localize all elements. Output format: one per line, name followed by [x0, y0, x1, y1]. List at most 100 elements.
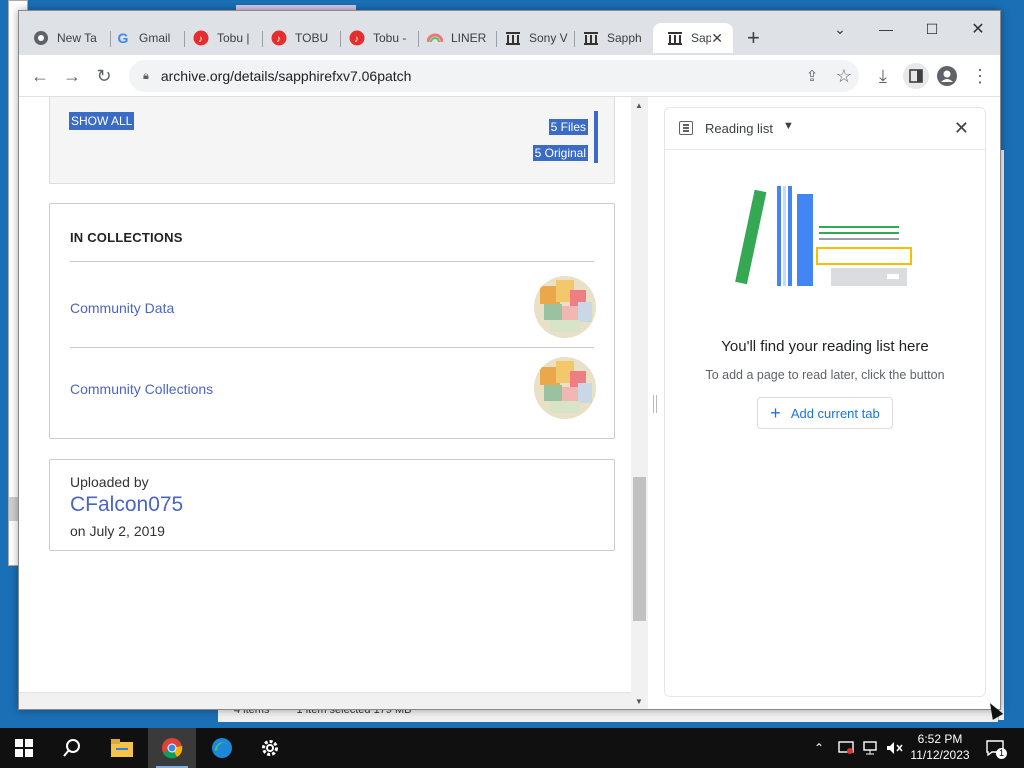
svg-text:♪: ♪ [276, 34, 281, 45]
url-text: archive.org/details/sapphirefxv7.06patch [160, 68, 412, 84]
settings-gear-icon[interactable] [246, 728, 294, 768]
horizontal-scrollbar[interactable] [19, 692, 631, 709]
side-panel-icon[interactable] [903, 63, 929, 89]
tab-label: Sapph [607, 31, 642, 45]
svg-text:♪: ♪ [198, 34, 203, 45]
edge-icon[interactable] [198, 728, 246, 768]
reload-icon[interactable]: ↻ [93, 65, 115, 87]
show-hidden-icons-icon[interactable]: ⌃ [814, 728, 824, 768]
tab-strip: New Ta G Gmail ♪ Tobu | ♪ TOBU ♪ Tobu - … [19, 11, 1000, 55]
tab-label: TOBU [295, 31, 329, 45]
tab-label: Tobu | [217, 31, 250, 45]
original-count[interactable]: 5 Original [532, 145, 588, 161]
start-button[interactable] [0, 728, 48, 768]
download-icon[interactable]: ⤓ [872, 65, 894, 87]
uploaded-by-label: Uploaded by [70, 474, 149, 490]
close-window-button[interactable]: ✕ [955, 15, 1000, 43]
tab-tobu-1[interactable]: ♪ Tobu | [179, 23, 263, 53]
archive-icon [583, 30, 599, 46]
chrome-icon [33, 30, 49, 46]
page-content: SHOW ALL 5 Files 5 Original IN COLLECTIO… [19, 97, 631, 692]
liner-icon [427, 30, 443, 46]
selection-bar [594, 111, 598, 163]
upload-date: on July 2, 2019 [70, 523, 165, 539]
google-icon: G [117, 30, 129, 46]
menu-kebab-icon[interactable]: ⋮ [969, 65, 991, 87]
add-current-tab-button[interactable]: + Add current tab [757, 397, 893, 429]
scroll-down-icon[interactable]: ▼ [635, 697, 643, 706]
share-icon[interactable]: ⇪ [801, 65, 823, 87]
archive-icon [667, 30, 683, 46]
side-panel-selector[interactable]: Reading list [705, 121, 773, 136]
empty-state-subtitle: To add a page to read later, click the b… [705, 368, 945, 382]
bookmark-star-icon[interactable]: ☆ [833, 65, 855, 87]
windows-taskbar: ⌃ 6:52 PM 11/12/2023 1 [0, 728, 1024, 768]
chrome-taskbar-icon[interactable] [148, 728, 196, 768]
side-panel-header: Reading list ▼ ✕ [665, 108, 985, 150]
minimize-button[interactable]: — [863, 15, 909, 43]
svg-text:♪: ♪ [354, 34, 359, 45]
tab-label: Sony V [529, 31, 568, 45]
tab-new-tab[interactable]: New Ta [19, 23, 111, 53]
collections-title: IN COLLECTIONS [70, 230, 183, 245]
lock-icon: 🔒︎ [143, 69, 149, 82]
system-clock[interactable]: 6:52 PM 11/12/2023 [904, 731, 976, 763]
reading-list-illustration [735, 186, 912, 286]
clock-time: 6:52 PM [917, 732, 963, 746]
files-box: SHOW ALL 5 Files 5 Original [49, 97, 615, 184]
music-icon: ♪ [271, 30, 287, 46]
collection-link-community-collections[interactable]: Community Collections [70, 381, 213, 397]
add-current-tab-label: Add current tab [790, 405, 880, 421]
archive-icon [505, 30, 521, 46]
file-explorer-icon[interactable] [98, 728, 146, 768]
browser-toolbar: ← → ↻ 🔒︎ archive.org/details/sapphirefxv… [19, 55, 1000, 97]
collection-thumbnail[interactable] [534, 276, 596, 338]
browser-window: New Ta G Gmail ♪ Tobu | ♪ TOBU ♪ Tobu - … [18, 10, 1001, 710]
network-icon[interactable] [862, 728, 878, 768]
reading-list-panel: Reading list ▼ ✕ You'll find your readin… [664, 107, 986, 697]
tab-sapphire-active[interactable]: Sap ✕ [653, 23, 733, 53]
tab-sony[interactable]: Sony V [491, 23, 575, 53]
close-tab-icon[interactable]: ✕ [711, 30, 723, 47]
tab-search-icon[interactable]: ⌄ [817, 15, 863, 43]
notification-count-badge: 1 [996, 748, 1007, 759]
collection-link-community-data[interactable]: Community Data [70, 300, 174, 316]
tab-label: Gmail [139, 31, 171, 45]
close-side-panel-icon[interactable]: ✕ [954, 118, 969, 139]
volume-muted-icon[interactable] [886, 728, 904, 768]
profile-avatar-icon[interactable] [936, 65, 958, 87]
tab-gmail[interactable]: G Gmail [101, 23, 185, 53]
collections-box: IN COLLECTIONS Community Data Community … [49, 203, 615, 439]
page-scrollbar[interactable]: ▲ ▼ [631, 97, 648, 709]
search-icon[interactable] [48, 728, 96, 768]
plus-icon: + [770, 402, 781, 423]
new-tab-button[interactable]: + [747, 25, 760, 51]
tab-label: Sap [691, 31, 712, 45]
forward-icon[interactable]: → [61, 65, 83, 87]
tab-sapphire-1[interactable]: Sapph [569, 23, 653, 53]
maximize-button[interactable]: ☐ [909, 15, 955, 43]
tab-tobu-2[interactable]: ♪ TOBU [257, 23, 341, 53]
collection-thumbnail[interactable] [534, 357, 596, 419]
dropdown-caret-icon[interactable]: ▼ [783, 120, 794, 132]
network-security-icon[interactable] [838, 728, 854, 768]
music-icon: ♪ [349, 30, 365, 46]
show-all-link[interactable]: SHOW ALL [69, 112, 135, 130]
reading-list-icon [679, 121, 693, 135]
tab-label: New Ta [57, 31, 97, 45]
windows-logo-icon [15, 739, 33, 757]
music-icon: ♪ [193, 30, 209, 46]
uploader-box: Uploaded by CFalcon075 on July 2, 2019 [49, 459, 615, 551]
files-count[interactable]: 5 Files [548, 119, 588, 135]
side-panel-resize-handle[interactable] [653, 395, 657, 413]
back-icon[interactable]: ← [29, 65, 51, 87]
clock-date: 11/12/2023 [910, 748, 970, 762]
tab-tobu-3[interactable]: ♪ Tobu - [335, 23, 419, 53]
scrollbar-thumb[interactable] [633, 477, 646, 621]
uploader-link[interactable]: CFalcon075 [70, 493, 183, 517]
notification-center-icon[interactable]: 1 [982, 728, 1008, 768]
scroll-up-icon[interactable]: ▲ [635, 101, 643, 110]
tab-liner[interactable]: LINER [413, 23, 497, 53]
tab-label: Tobu - [373, 31, 407, 45]
address-bar[interactable]: 🔒︎ archive.org/details/sapphirefxv7.06pa… [129, 60, 859, 92]
